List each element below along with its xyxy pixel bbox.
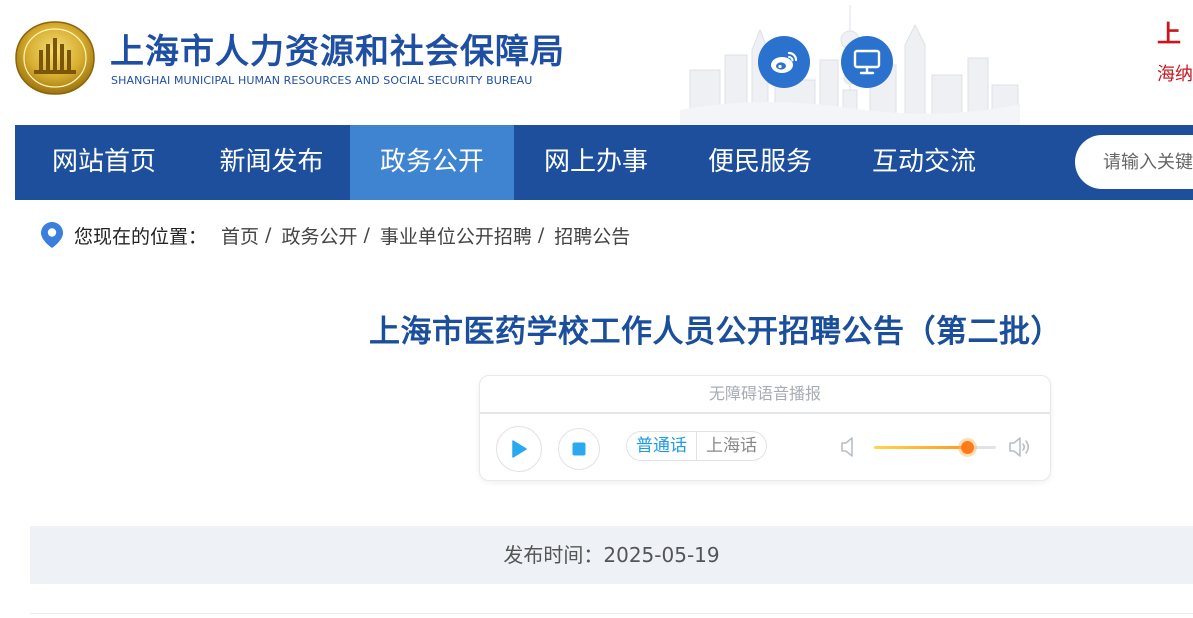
language-option-shanghainese[interactable]: 上海话 bbox=[696, 432, 766, 460]
breadcrumb-separator: / bbox=[363, 224, 370, 246]
publish-info-bar: 发布时间：2025-05-19 bbox=[30, 526, 1193, 584]
breadcrumb-public-recruitment[interactable]: 事业单位公开招聘 bbox=[380, 222, 532, 249]
site-title: 上海市人力资源和社会保障局 bbox=[110, 32, 565, 72]
play-button[interactable] bbox=[496, 426, 542, 472]
stop-icon bbox=[572, 442, 586, 456]
volume-low-icon[interactable] bbox=[840, 435, 858, 459]
nav-item-interaction[interactable]: 互动交流 bbox=[842, 125, 1006, 200]
stop-button[interactable] bbox=[558, 428, 600, 470]
bureau-emblem-icon[interactable] bbox=[14, 20, 96, 96]
breadcrumb: 您现在的位置： 首页 / 政务公开 / 事业单位公开招聘 / 招聘公告 bbox=[40, 220, 630, 250]
desktop-icon bbox=[853, 49, 881, 75]
desktop-version-button[interactable] bbox=[841, 36, 893, 88]
header-slogan-line1: 上 bbox=[1157, 19, 1181, 48]
audio-player-title: 无障碍语音播报 bbox=[480, 376, 1050, 414]
breadcrumb-label: 您现在的位置： bbox=[74, 225, 208, 248]
language-selector: 普通话 上海话 bbox=[626, 431, 767, 461]
volume-slider-fill bbox=[874, 446, 967, 449]
language-option-mandarin[interactable]: 普通话 bbox=[627, 432, 696, 460]
weibo-icon bbox=[771, 51, 798, 73]
volume-slider[interactable] bbox=[874, 441, 996, 454]
audio-player: 无障碍语音播报 普通话 上海话 bbox=[479, 375, 1051, 481]
play-icon bbox=[512, 440, 527, 458]
article-title: 上海市医药学校工作人员公开招聘公告（第二批） bbox=[369, 314, 1062, 350]
main-nav: 网站首页 新闻发布 政务公开 网上办事 便民服务 互动交流 bbox=[15, 125, 1193, 200]
publish-date: 发布时间：2025-05-19 bbox=[503, 543, 720, 567]
volume-slider-thumb[interactable] bbox=[960, 441, 974, 454]
breadcrumb-separator: / bbox=[537, 224, 545, 246]
breadcrumb-separator: / bbox=[265, 224, 272, 246]
volume-high-icon[interactable] bbox=[1008, 435, 1034, 459]
nav-item-public-services[interactable]: 便民服务 bbox=[678, 125, 842, 200]
nav-item-home[interactable]: 网站首页 bbox=[15, 125, 193, 200]
breadcrumb-recruitment-notice[interactable]: 招聘公告 bbox=[554, 222, 630, 249]
nav-item-government-affairs[interactable]: 政务公开 bbox=[350, 125, 514, 200]
nav-item-online-services[interactable]: 网上办事 bbox=[514, 125, 678, 200]
site-subtitle: SHANGHAI MUNICIPAL HUMAN RESOURCES AND S… bbox=[111, 74, 533, 87]
location-pin-icon bbox=[41, 222, 63, 248]
weibo-button[interactable] bbox=[758, 36, 810, 88]
content-divider bbox=[30, 613, 1193, 614]
search-input[interactable] bbox=[1075, 135, 1193, 189]
breadcrumb-government-affairs[interactable]: 政务公开 bbox=[281, 222, 357, 249]
breadcrumb-home[interactable]: 首页 bbox=[221, 222, 259, 249]
site-header: 上海市人力资源和社会保障局 SHANGHAI MUNICIPAL HUMAN R… bbox=[0, 0, 1193, 125]
header-slogan-line2: 海纳 bbox=[1157, 64, 1193, 85]
nav-item-news[interactable]: 新闻发布 bbox=[193, 125, 350, 200]
